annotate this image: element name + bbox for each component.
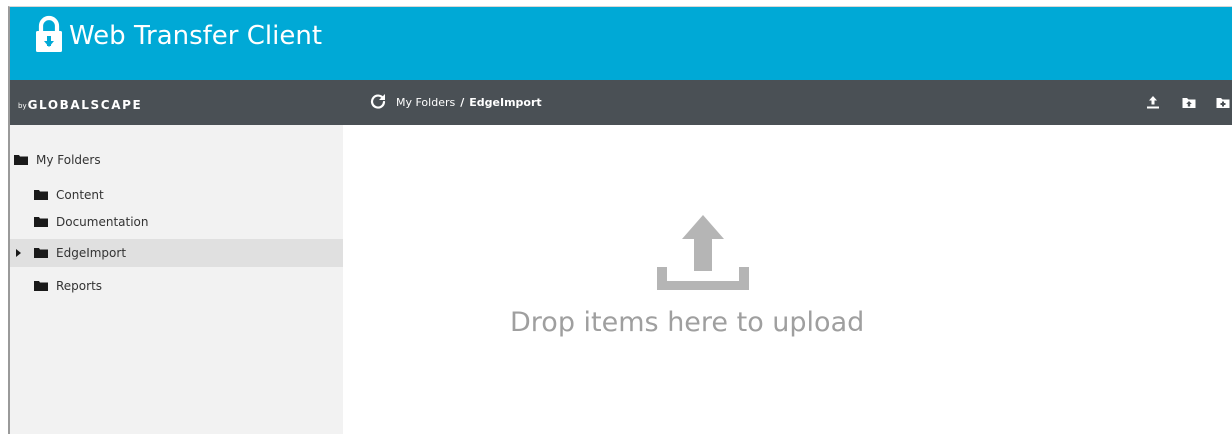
tree-item-reports[interactable]: Reports bbox=[10, 272, 343, 300]
lock-icon bbox=[36, 15, 62, 52]
tree-item-documentation[interactable]: Documentation bbox=[10, 208, 343, 236]
folder-tree-panel: My Folders Content Documentation EdgeImp… bbox=[10, 125, 343, 434]
drop-zone[interactable]: Drop items here to upload bbox=[343, 125, 1232, 434]
refresh-icon[interactable] bbox=[370, 93, 386, 109]
upload-tray-icon bbox=[657, 215, 749, 290]
tree-item-label: EdgeImport bbox=[56, 246, 127, 260]
breadcrumb-current-folder: EdgeImport bbox=[469, 96, 542, 109]
tree-item-label: Reports bbox=[56, 279, 103, 293]
breadcrumb-separator: / bbox=[460, 96, 465, 109]
app-header: Web Transfer Client bbox=[10, 7, 1232, 80]
folder-icon bbox=[34, 190, 48, 200]
folder-icon bbox=[34, 248, 48, 258]
navigation-bar: byGLOBALSCAPE My Folders / EdgeImport bbox=[10, 80, 1232, 125]
brand-logo: byGLOBALSCAPE bbox=[18, 94, 142, 113]
tree-item-label: Content bbox=[56, 188, 104, 202]
folder-icon bbox=[14, 155, 28, 165]
app-title: Web Transfer Client bbox=[69, 21, 323, 51]
folder-icon bbox=[34, 217, 48, 227]
upload-icon[interactable] bbox=[1146, 95, 1160, 109]
tree-item-edgeimport[interactable]: EdgeImport bbox=[10, 239, 343, 267]
drop-message: Drop items here to upload bbox=[510, 307, 865, 338]
tree-root-my-folders[interactable]: My Folders bbox=[10, 146, 343, 174]
tree-root-label: My Folders bbox=[36, 153, 101, 167]
breadcrumb: My Folders / EdgeImport bbox=[396, 96, 542, 109]
brand-prefix: by bbox=[18, 102, 27, 110]
expand-caret-icon[interactable] bbox=[16, 249, 21, 257]
tree-item-content[interactable]: Content bbox=[10, 181, 343, 209]
app-window: Web Transfer Client byGLOBALSCAPE My Fol… bbox=[8, 6, 1232, 434]
breadcrumb-my-folders[interactable]: My Folders bbox=[396, 96, 455, 109]
tree-item-label: Documentation bbox=[56, 215, 149, 229]
brand-name: GLOBALSCAPE bbox=[27, 98, 143, 112]
upload-folder-icon[interactable] bbox=[1182, 95, 1196, 109]
new-folder-icon[interactable] bbox=[1216, 95, 1230, 109]
folder-icon bbox=[34, 281, 48, 291]
